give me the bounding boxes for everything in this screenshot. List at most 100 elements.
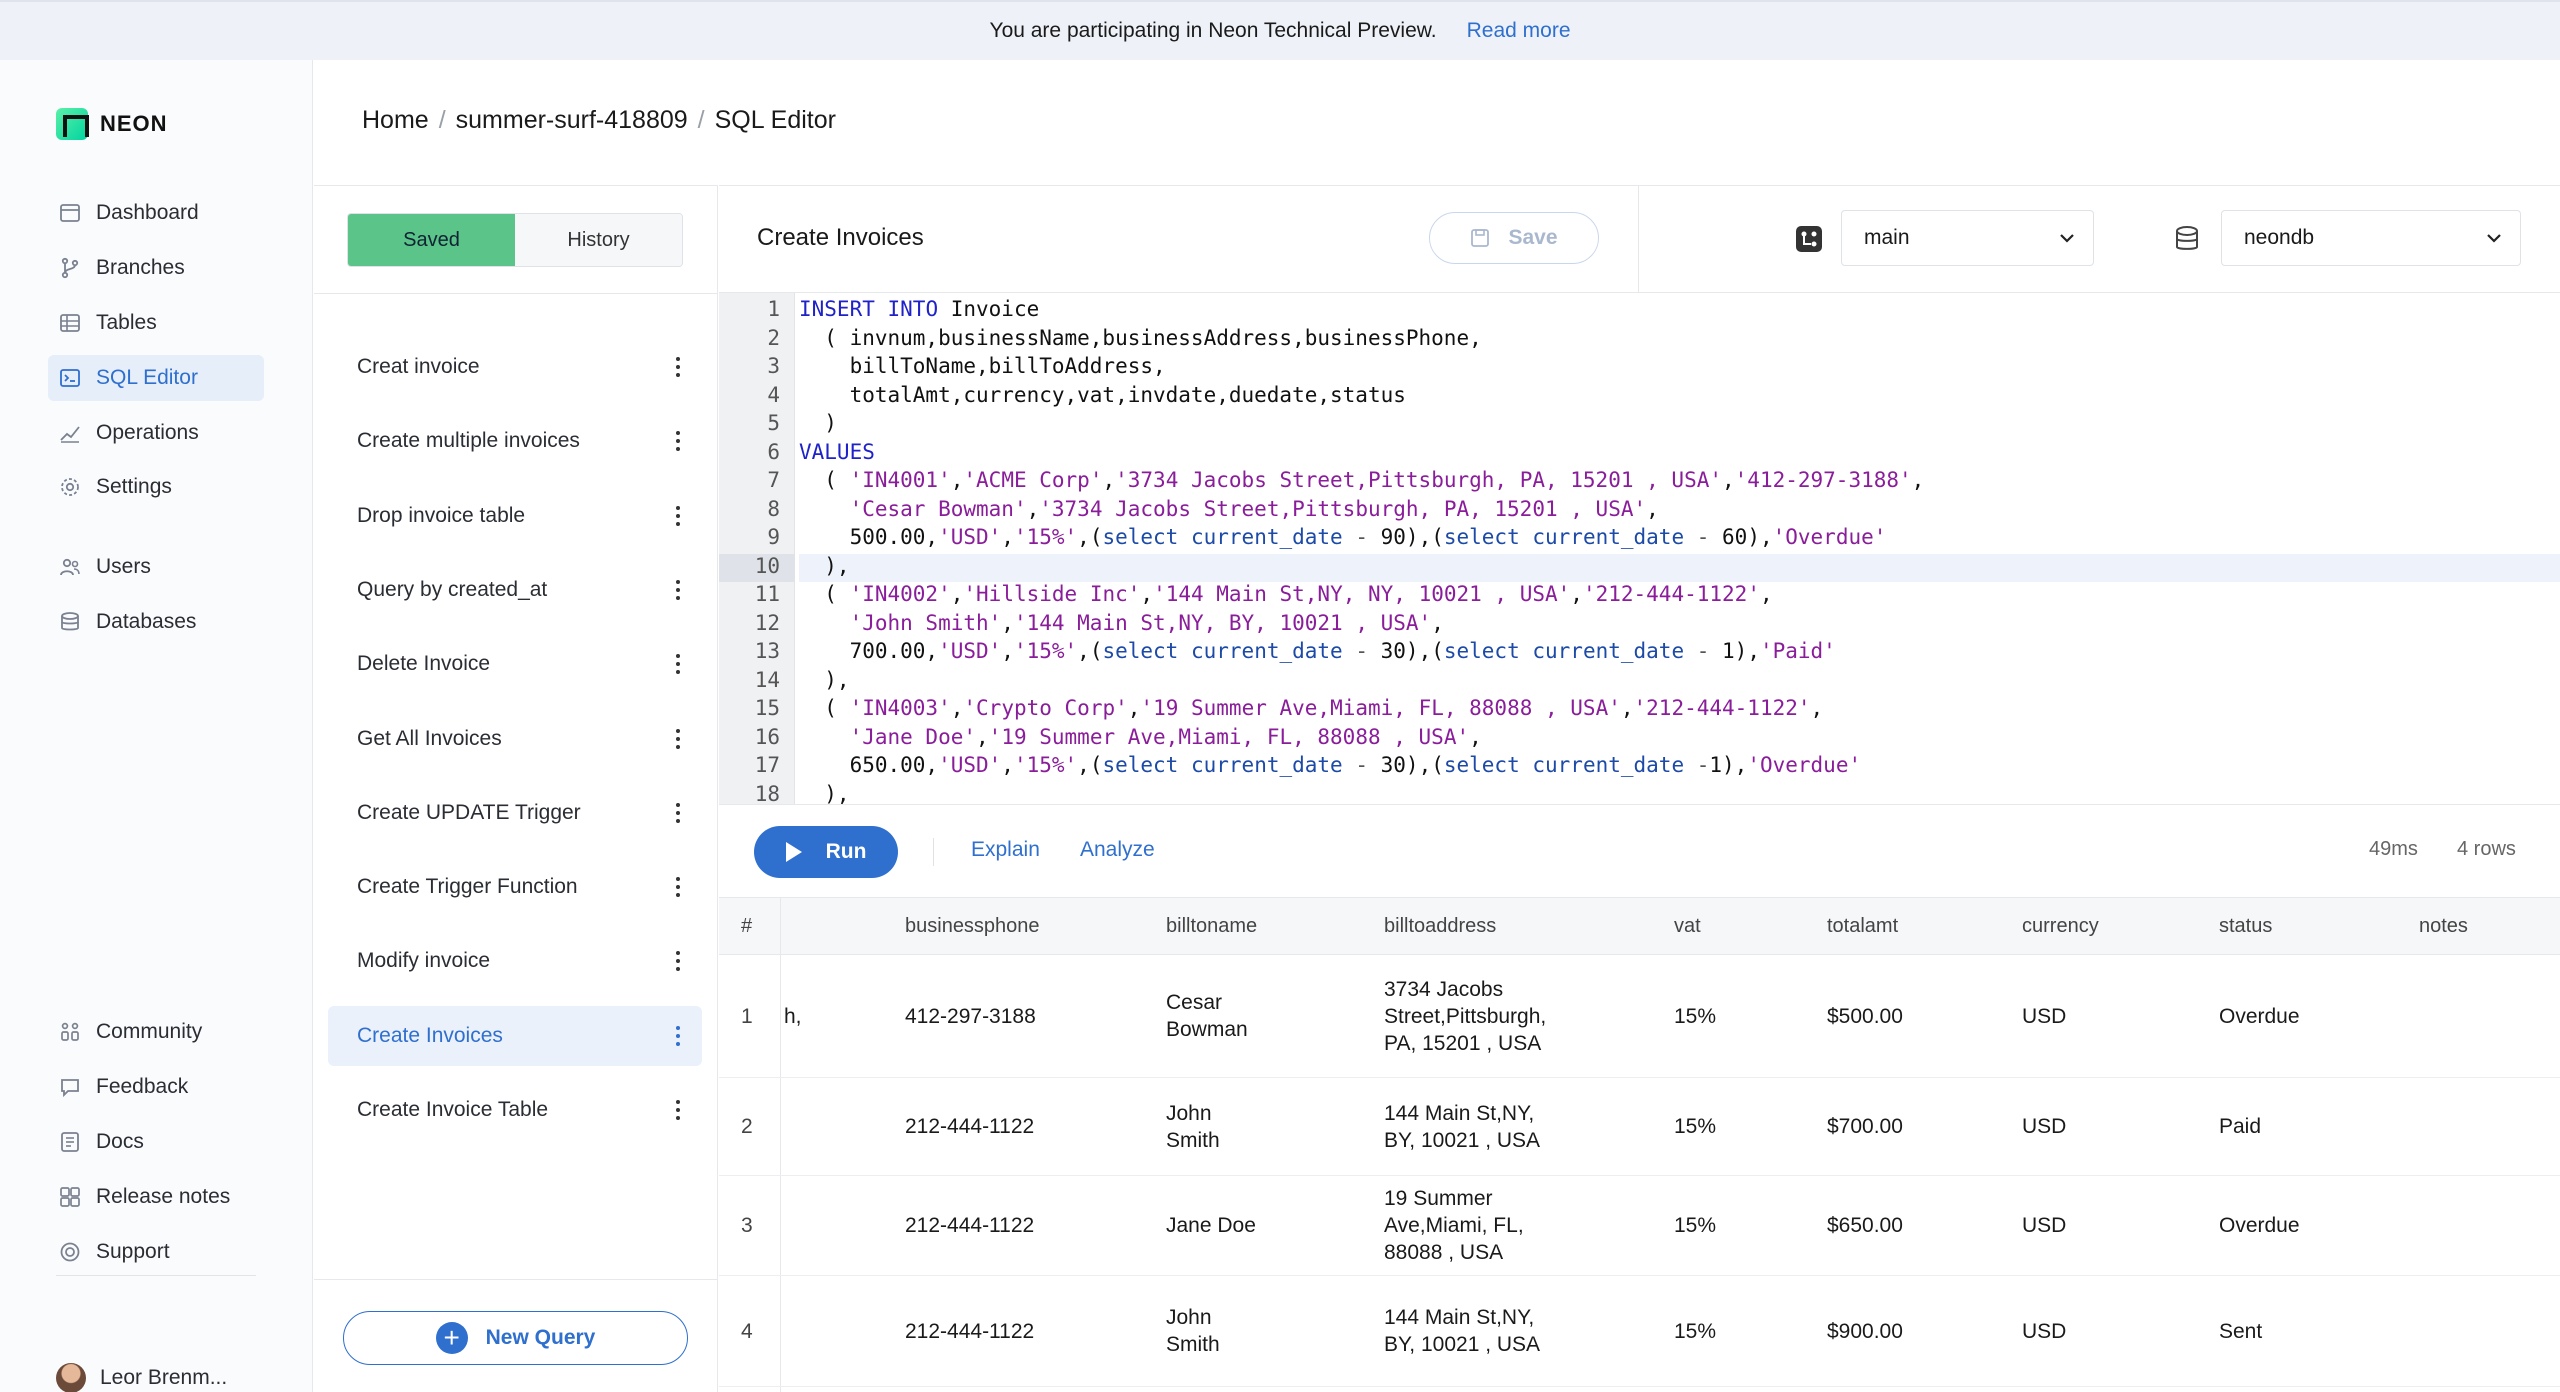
saved-query-item[interactable]: Drop invoice table [328, 486, 702, 546]
sidebar-item-docs[interactable]: Docs [48, 1119, 264, 1165]
table-cell-total: $500.00 [1827, 1004, 1903, 1028]
tab-saved[interactable]: Saved [348, 214, 515, 266]
code-line[interactable]: billToName,billToAddress, [799, 354, 1166, 383]
feedback-icon [58, 1075, 82, 1099]
sidebar-divider [56, 1275, 256, 1276]
code-line[interactable]: ), [799, 782, 849, 805]
saved-query-item[interactable]: Query by created_at [328, 560, 702, 620]
code-line[interactable]: ( invnum,businessName,businessAddress,bu… [799, 326, 1481, 355]
column-header[interactable]: status [2219, 915, 2272, 938]
code-line[interactable]: ( 'IN4001','ACME Corp','3734 Jacobs Stre… [799, 468, 1924, 497]
more-options-icon[interactable] [668, 431, 688, 452]
column-header[interactable]: currency [2022, 915, 2099, 938]
code-line[interactable]: 'Cesar Bowman','3734 Jacobs Street,Pitts… [799, 497, 1659, 526]
saved-query-item[interactable]: Creat invoice [328, 337, 702, 397]
sidebar-item-users[interactable]: Users [48, 544, 264, 590]
new-query-button[interactable]: + New Query [343, 1311, 688, 1365]
column-header[interactable]: notes [2419, 915, 2468, 938]
explain-button[interactable]: Explain [971, 838, 1040, 862]
user-menu[interactable]: Leor Brenm... [56, 1363, 227, 1392]
code-line[interactable]: VALUES [799, 440, 875, 469]
cell-line: 19 Summer [1384, 1187, 1493, 1210]
users-icon [58, 555, 82, 579]
more-options-icon[interactable] [668, 728, 688, 749]
sidebar-item-branches[interactable]: Branches [48, 245, 264, 291]
sidebar-item-support[interactable]: Support [48, 1229, 264, 1275]
sidebar-item-sql-editor[interactable]: SQL Editor [48, 355, 264, 401]
database-select[interactable]: neondb [2221, 210, 2521, 266]
operations-icon [58, 421, 82, 445]
code-line[interactable]: ( 'IN4002','Hillside Inc','144 Main St,N… [799, 582, 1772, 611]
breadcrumb-home[interactable]: Home [362, 106, 429, 135]
results-header: # businessphone billtoname billtoaddress… [719, 898, 2560, 955]
code-line[interactable]: ) [799, 411, 837, 440]
query-title[interactable]: Create Invoices [757, 224, 924, 252]
sidebar-item-dashboard[interactable]: Dashboard [48, 190, 264, 236]
more-options-icon[interactable] [668, 877, 688, 898]
user-name: Leor Brenm... [100, 1366, 228, 1389]
saved-query-item[interactable]: Create Invoice Table [328, 1080, 702, 1140]
sidebar-item-feedback[interactable]: Feedback [48, 1064, 264, 1110]
column-header[interactable]: businessphone [905, 915, 1040, 938]
dashboard-icon [58, 201, 82, 225]
more-options-icon[interactable] [668, 654, 688, 675]
column-header[interactable]: billtoaddress [1384, 915, 1496, 938]
code-line[interactable]: totalAmt,currency,vat,invdate,duedate,st… [799, 383, 1406, 412]
code-line[interactable]: 650.00,'USD','15%',(select current_date … [799, 753, 1862, 782]
more-options-icon[interactable] [668, 357, 688, 377]
column-header[interactable]: totalamt [1827, 915, 1898, 938]
neon-logo[interactable]: NEON [56, 108, 168, 140]
branch-icon [1796, 226, 1822, 252]
code-line[interactable]: ), [799, 553, 2560, 582]
sidebar-item-label: Settings [96, 475, 172, 498]
code-line[interactable]: ( 'IN4003','Crypto Corp','19 Summer Ave,… [799, 696, 1823, 725]
cell-line: Smith [1166, 1333, 1220, 1356]
database-icon [58, 610, 82, 634]
branch-select[interactable]: main [1841, 210, 2094, 266]
more-options-icon[interactable] [668, 1025, 688, 1046]
line-number: 13 [754, 639, 780, 663]
saved-query-item[interactable]: Get All Invoices [328, 709, 702, 769]
saved-query-item[interactable]: Delete Invoice [328, 634, 702, 694]
saved-query-item[interactable]: Create Trigger Function [328, 857, 702, 917]
saved-query-item[interactable]: Create Invoices [328, 1005, 702, 1066]
sidebar-item-release-notes[interactable]: Release notes [48, 1174, 264, 1220]
branch-icon [58, 256, 82, 280]
saved-query-item[interactable]: Create UPDATE Trigger [328, 783, 702, 843]
sidebar-item-tables[interactable]: Tables [48, 300, 264, 346]
more-options-icon[interactable] [668, 951, 688, 972]
run-toolbar: Run Explain Analyze 49ms 4 rows [719, 806, 2560, 898]
code-line[interactable]: 500.00,'USD','15%',(select current_date … [799, 525, 1887, 554]
saved-query-item[interactable]: Modify invoice [328, 931, 702, 991]
save-label: Save [1508, 226, 1558, 249]
save-button[interactable]: Save [1429, 212, 1599, 264]
column-header[interactable]: vat [1674, 915, 1701, 938]
tab-history[interactable]: History [515, 214, 682, 266]
code-line[interactable]: 'Jane Doe','19 Summer Ave,Miami, FL, 880… [799, 725, 1482, 754]
more-options-icon[interactable] [668, 579, 688, 600]
sidebar-item-settings[interactable]: Settings [48, 464, 264, 510]
code-line[interactable]: ), [799, 668, 849, 697]
table-cell-index: 4 [741, 1319, 753, 1343]
column-header[interactable]: billtoname [1166, 915, 1257, 938]
more-options-icon[interactable] [668, 1100, 688, 1120]
code-line[interactable]: INSERT INTO Invoice [799, 297, 1039, 326]
sidebar-item-community[interactable]: Community [48, 1009, 264, 1055]
sidebar-item-databases[interactable]: Databases [48, 599, 264, 645]
saved-query-label: Creat invoice [357, 355, 480, 378]
sidebar-item-operations[interactable]: Operations [48, 410, 264, 456]
code-line[interactable]: 700.00,'USD','15%',(select current_date … [799, 639, 1836, 668]
run-button[interactable]: Run [754, 826, 898, 878]
sql-code-editor[interactable]: 1 2 3 4 5 6 7 8 9 10 11 12 13 14 15 16 17 18 INSERT INTO … [719, 293, 2560, 805]
analyze-button[interactable]: Analyze [1080, 838, 1155, 862]
code-line[interactable]: 'John Smith','144 Main St,NY, BY, 10021 … [799, 611, 1444, 640]
cell-line: Bowman [1166, 1018, 1248, 1041]
more-options-icon[interactable] [668, 505, 688, 526]
saved-query-item[interactable]: Create multiple invoices [328, 411, 702, 471]
breadcrumb-project[interactable]: summer-surf-418809 [456, 106, 688, 135]
more-options-icon[interactable] [668, 802, 688, 823]
cell-line: Cesar [1166, 991, 1223, 1014]
table-cell-index: 2 [741, 1115, 753, 1138]
play-icon [785, 842, 802, 862]
read-more-link[interactable]: Read more [1467, 19, 1571, 43]
